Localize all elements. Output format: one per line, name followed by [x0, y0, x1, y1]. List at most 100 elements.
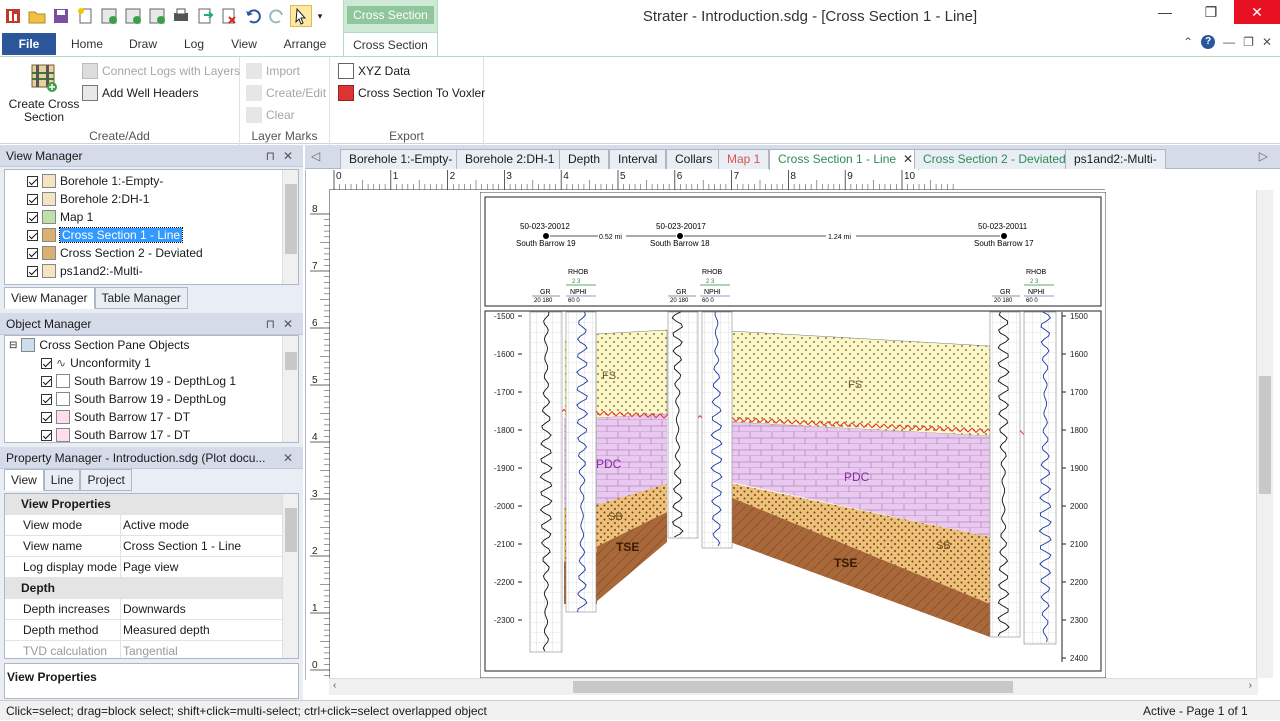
- qat-dropdown-icon[interactable]: ▾: [314, 5, 326, 27]
- tree-item-depthlog[interactable]: South Barrow 19 - DepthLog: [41, 390, 226, 408]
- doc-restore-icon[interactable]: ❐: [1243, 35, 1254, 49]
- open-icon[interactable]: [26, 5, 48, 27]
- canvas-horizontal-scrollbar[interactable]: ‹ ›: [329, 678, 1258, 695]
- scroll-thumb[interactable]: [285, 508, 297, 552]
- checkbox[interactable]: [41, 429, 52, 441]
- xyz-data-button[interactable]: XYZ Data: [338, 61, 410, 81]
- help-icon[interactable]: ?: [1201, 35, 1216, 49]
- doctab-ps1and2[interactable]: ps1and2:-Multi-: [1065, 149, 1166, 169]
- prop-depth-method[interactable]: Depth method Measured depth: [5, 620, 284, 641]
- doc-minimize-icon[interactable]: —: [1223, 35, 1235, 49]
- vertical-scrollbar[interactable]: [282, 336, 298, 442]
- prop-view-mode[interactable]: View mode Active mode: [5, 515, 284, 536]
- doctab-depth[interactable]: Depth: [559, 149, 610, 169]
- undo-icon[interactable]: [242, 5, 264, 27]
- connect-logs-button[interactable]: Connect Logs with Layers: [82, 61, 240, 81]
- add-well-headers-button[interactable]: Add Well Headers: [82, 83, 199, 103]
- checkbox[interactable]: [27, 229, 38, 241]
- vertical-scrollbar[interactable]: [282, 170, 298, 284]
- borehole-icon[interactable]: [98, 5, 120, 27]
- prop-view-name[interactable]: View name Cross Section 1 - Line: [5, 536, 284, 557]
- collapse-icon[interactable]: ⊟: [9, 340, 17, 351]
- tab-view[interactable]: View: [222, 32, 266, 56]
- scroll-thumb[interactable]: [285, 184, 297, 254]
- save-icon[interactable]: [50, 5, 72, 27]
- doctab-cross-section-2[interactable]: Cross Section 2 - Deviated: [914, 149, 1075, 169]
- checkbox[interactable]: [27, 247, 38, 259]
- minimize-button[interactable]: —: [1142, 0, 1188, 24]
- checkbox[interactable]: [27, 193, 38, 205]
- pin-icon[interactable]: ⊓: [266, 313, 275, 335]
- create-edit-button[interactable]: Create/Edit: [246, 83, 326, 103]
- tab-file[interactable]: File: [2, 33, 56, 55]
- scroll-thumb[interactable]: [573, 681, 1013, 693]
- tab-cross-section[interactable]: Cross Section: [343, 32, 438, 57]
- select-icon[interactable]: [290, 5, 312, 27]
- prop-log-display-mode[interactable]: Log display mode Page view: [5, 557, 284, 578]
- create-cross-section-button[interactable]: Create Cross Section: [8, 61, 80, 125]
- scroll-right-icon[interactable]: ›: [1249, 680, 1252, 691]
- scroll-thumb[interactable]: [285, 352, 297, 370]
- tree-item-map-1[interactable]: Map 1: [27, 208, 93, 226]
- tree-item-cross-section-1[interactable]: Cross Section 1 - Line: [27, 226, 184, 244]
- close-tab-icon[interactable]: ✕: [903, 150, 913, 168]
- doctab-borehole-2[interactable]: Borehole 2:DH-1: [456, 149, 564, 169]
- vertical-scrollbar[interactable]: [282, 494, 298, 658]
- checkbox[interactable]: [41, 375, 52, 387]
- checkbox[interactable]: [27, 175, 38, 187]
- section-icon[interactable]: [146, 5, 168, 27]
- print-icon[interactable]: [170, 5, 192, 27]
- tab-view-manager[interactable]: View Manager: [4, 287, 95, 309]
- tabs-left-arrow-icon[interactable]: ◁: [311, 149, 320, 163]
- close-button[interactable]: ✕: [1234, 0, 1280, 24]
- tree-item-ps1and2[interactable]: ps1and2:-Multi-: [27, 262, 143, 280]
- close-icon[interactable]: ✕: [283, 145, 293, 167]
- doctab-interval[interactable]: Interval: [609, 149, 667, 169]
- delete-icon[interactable]: [218, 5, 240, 27]
- pin-icon[interactable]: ⊓: [266, 145, 275, 167]
- close-icon[interactable]: ✕: [283, 313, 293, 335]
- checkbox[interactable]: [27, 211, 38, 223]
- category-depth[interactable]: Depth: [5, 578, 284, 599]
- doctab-borehole-1[interactable]: Borehole 1:-Empty-: [340, 149, 462, 169]
- close-icon[interactable]: ✕: [283, 447, 293, 469]
- prop-tvd-calculation[interactable]: TVD calculation ...Tangential: [5, 641, 284, 658]
- tree-item-unconformity[interactable]: ∿ Unconformity 1: [41, 354, 151, 372]
- category-view-properties[interactable]: View Properties: [5, 494, 284, 515]
- tab-log[interactable]: Log: [174, 32, 214, 56]
- tree-item-borehole-1[interactable]: Borehole 1:-Empty-: [27, 172, 163, 190]
- tree-item-dt-1[interactable]: South Barrow 17 - DT: [41, 408, 190, 426]
- redo-icon[interactable]: [266, 5, 288, 27]
- doctab-cross-section-1[interactable]: Cross Section 1 - Line ✕: [769, 149, 920, 170]
- tree-item-root[interactable]: ⊟ Cross Section Pane Objects: [9, 336, 189, 354]
- tab-draw[interactable]: Draw: [120, 32, 166, 56]
- checkbox[interactable]: [41, 411, 52, 423]
- restore-button[interactable]: ❐: [1188, 0, 1234, 24]
- tree-item-borehole-2[interactable]: Borehole 2:DH-1: [27, 190, 149, 208]
- checkbox[interactable]: [41, 357, 52, 369]
- tabs-right-arrow-icon[interactable]: ▷: [1259, 149, 1268, 163]
- export-icon[interactable]: [194, 5, 216, 27]
- tab-arrange[interactable]: Arrange: [276, 32, 334, 56]
- tree-item-depthlog-1[interactable]: South Barrow 19 - DepthLog 1: [41, 372, 236, 390]
- to-voxler-button[interactable]: Cross Section To Voxler: [338, 83, 485, 103]
- new-icon[interactable]: [74, 5, 96, 27]
- tree-item-cross-section-2[interactable]: Cross Section 2 - Deviated: [27, 244, 203, 262]
- clear-button[interactable]: Clear: [246, 105, 295, 125]
- checkbox[interactable]: [41, 393, 52, 405]
- app-icon[interactable]: [2, 5, 24, 27]
- canvas-vertical-scrollbar[interactable]: [1256, 190, 1273, 678]
- tab-line[interactable]: Line: [43, 469, 81, 491]
- map-icon[interactable]: [122, 5, 144, 27]
- collapse-ribbon-icon[interactable]: ⌃: [1183, 35, 1193, 49]
- cross-section-page[interactable]: 50-023-20012 South Barrow 19 0.52 mi 50-…: [480, 192, 1106, 678]
- doctab-collars[interactable]: Collars: [666, 149, 722, 169]
- import-button[interactable]: Import: [246, 61, 300, 81]
- tab-view[interactable]: View: [4, 469, 44, 491]
- tree-item-dt-2[interactable]: South Barrow 17 - DT: [41, 426, 190, 442]
- doctab-map-1[interactable]: Map 1: [718, 149, 770, 169]
- doc-close-icon[interactable]: ✕: [1262, 35, 1272, 49]
- tab-project[interactable]: Project: [80, 469, 132, 491]
- tab-home[interactable]: Home: [64, 32, 110, 56]
- checkbox[interactable]: [27, 265, 38, 277]
